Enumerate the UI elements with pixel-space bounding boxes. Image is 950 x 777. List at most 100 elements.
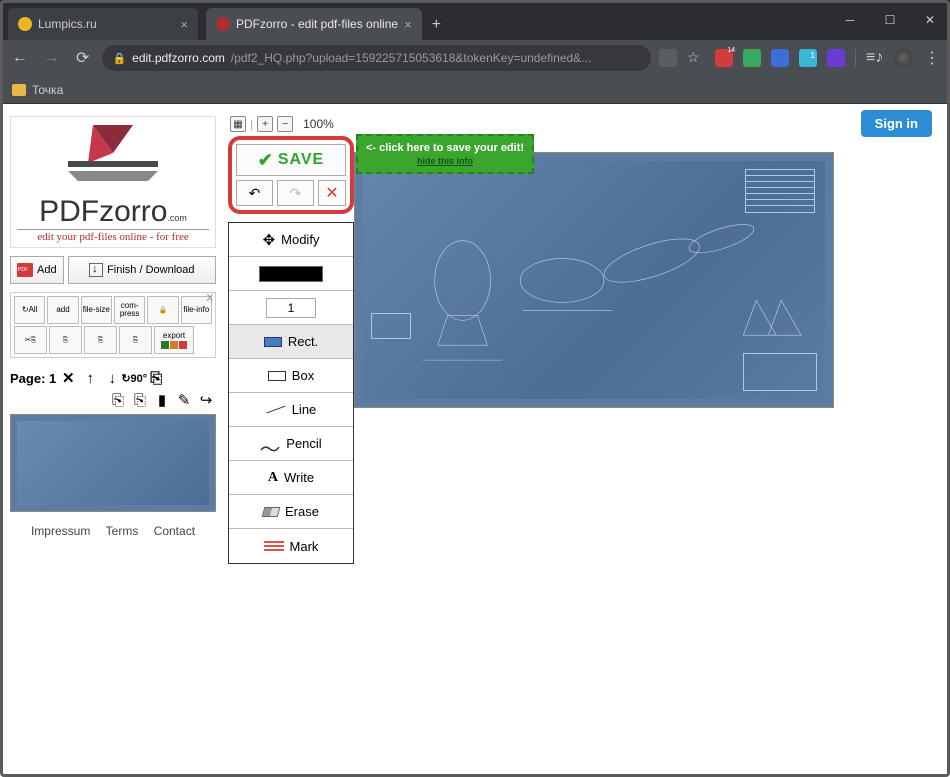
modify-tool[interactable]: Modify <box>229 223 353 257</box>
rotate-button[interactable]: ↻90° <box>124 368 144 388</box>
ext-purple-icon[interactable] <box>827 49 845 67</box>
page-label: Page: 1 <box>10 371 56 386</box>
close-icon[interactable]: × <box>180 17 188 32</box>
ext-blue-icon[interactable] <box>771 49 789 67</box>
new-tab-button[interactable]: + <box>422 10 451 40</box>
bookmark-item[interactable]: Точка <box>32 83 63 97</box>
zoom-in-icon[interactable]: + <box>257 116 273 132</box>
page-controls: Page: 1 ✕ ↑ ↓ ↻90° ⎘ ⎘ ⎘ ▮ ✎ ↪ <box>10 368 216 410</box>
logo-mark-icon <box>58 123 168 193</box>
tab-lumpics[interactable]: Lumpics.ru × <box>8 8 198 40</box>
mark-icon <box>264 541 284 551</box>
link-contact[interactable]: Contact <box>154 524 195 538</box>
pdf-page-canvas[interactable]: ROCKET BLUEPRINT <box>354 152 834 408</box>
translate-icon[interactable] <box>659 49 677 67</box>
page-content: Sign in PDFzorro.com edit your pdf-files… <box>0 104 950 777</box>
redo-button[interactable]: ↷ <box>277 180 314 206</box>
zoom-controls: ▦ | + − 100% <box>230 116 354 132</box>
rotate-all-button[interactable]: ↻All <box>14 296 45 324</box>
undo-button[interactable]: ↶ <box>236 180 273 206</box>
erase-tool[interactable]: Erase <box>229 495 353 529</box>
zoom-out-icon[interactable]: − <box>277 116 293 132</box>
delete-page-button[interactable]: ✕ <box>58 368 78 388</box>
menu-button[interactable]: ⋮ <box>922 48 942 68</box>
tab-title: Lumpics.ru <box>38 17 97 31</box>
bookmarks-bar: Точка <box>0 76 950 104</box>
tools-column: ▦ | + − 100% ✔ SAVE ↶ ↷ ✕ Modify <box>226 112 356 777</box>
close-icon[interactable]: × <box>404 17 412 32</box>
text-icon: A <box>268 470 278 486</box>
ext-cyan-icon[interactable] <box>799 49 817 67</box>
ext-red-icon[interactable] <box>715 49 733 67</box>
add-pdf-button[interactable]: Add <box>10 256 64 284</box>
copy3-button[interactable]: ⎘ <box>119 326 152 354</box>
page-op-c[interactable]: ▮ <box>152 390 172 410</box>
logo-tagline: edit your pdf-files online - for free <box>17 229 209 243</box>
forward-button[interactable]: → <box>39 49 62 67</box>
box-tool[interactable]: Box <box>229 359 353 393</box>
divider <box>855 49 856 67</box>
save-hint: <- click here to save your edit! hide th… <box>356 134 534 174</box>
duplicate-button[interactable]: ⎘ <box>146 368 166 388</box>
page-op-b[interactable]: ⎘ <box>130 390 150 410</box>
browser-tabstrip: Lumpics.ru × PDFzorro - edit pdf-files o… <box>0 0 950 40</box>
move-icon <box>263 231 276 249</box>
bookmark-star-icon[interactable]: ☆ <box>687 49 705 67</box>
thickness-input[interactable] <box>229 291 353 325</box>
save-button[interactable]: ✔ SAVE <box>236 144 346 176</box>
color-swatch-icon <box>259 266 323 282</box>
logo-text: PDFzorro.com <box>17 195 209 229</box>
move-down-button[interactable]: ↓ <box>102 368 122 388</box>
filesize-button[interactable]: file-size <box>81 296 112 324</box>
profile-avatar[interactable] <box>894 49 912 67</box>
lock-button[interactable]: 🔒 <box>147 296 178 324</box>
drawing-tools: Modify Rect. Box Line Pencil <box>228 222 354 564</box>
maximize-button[interactable]: ☐ <box>870 0 910 40</box>
thickness-field[interactable] <box>266 298 316 318</box>
tab-pdfzorro[interactable]: PDFzorro - edit pdf-files online × <box>206 8 422 40</box>
rect-tool[interactable]: Rect. <box>229 325 353 359</box>
link-impressum[interactable]: Impressum <box>31 524 90 538</box>
reload-button[interactable]: ⟳ <box>71 48 94 68</box>
playlist-icon[interactable]: ≡♪ <box>866 49 884 67</box>
favicon-icon <box>216 17 230 31</box>
page-op-e[interactable]: ↪ <box>196 390 216 410</box>
write-tool[interactable]: A Write <box>229 461 353 495</box>
move-up-button[interactable]: ↑ <box>80 368 100 388</box>
box-icon <box>268 371 286 381</box>
page-op-d[interactable]: ✎ <box>174 390 194 410</box>
line-icon <box>266 406 285 414</box>
page-op-a[interactable]: ⎘ <box>108 390 128 410</box>
copy1-button[interactable]: ⎘ <box>49 326 82 354</box>
hide-hint-link[interactable]: hide this info <box>417 156 473 166</box>
cancel-button[interactable]: ✕ <box>318 180 346 206</box>
fit-icon[interactable]: ▦ <box>230 116 246 132</box>
url-path: /pdf2_HQ.php?upload=159225715053618&toke… <box>231 51 591 65</box>
page-thumbnail[interactable] <box>10 414 216 512</box>
pencil-icon <box>260 440 280 448</box>
color-picker[interactable] <box>229 257 353 291</box>
footer-links: Impressum Terms Contact <box>10 524 216 538</box>
close-grid-icon[interactable]: X <box>206 293 213 304</box>
document-tools-grid: X ↻All add file-size com-press 🔒 file-in… <box>10 292 216 358</box>
back-button[interactable]: ← <box>8 49 31 67</box>
minimize-button[interactable]: ─ <box>830 0 870 40</box>
pdf-icon <box>17 263 33 277</box>
zoom-level: 100% <box>303 117 334 131</box>
pencil-tool[interactable]: Pencil <box>229 427 353 461</box>
export-button[interactable]: export <box>154 326 194 354</box>
cut-button[interactable]: ✂⎘ <box>14 326 47 354</box>
compress-button[interactable]: com-press <box>114 296 145 324</box>
link-terms[interactable]: Terms <box>106 524 139 538</box>
line-tool[interactable]: Line <box>229 393 353 427</box>
window-controls: ─ ☐ ✕ <box>830 0 950 40</box>
favicon-icon <box>18 17 32 31</box>
ext-green-icon[interactable] <box>743 49 761 67</box>
url-input[interactable]: 🔒 edit.pdfzorro.com /pdf2_HQ.php?upload=… <box>102 45 651 71</box>
add-button[interactable]: add <box>47 296 78 324</box>
mark-tool[interactable]: Mark <box>229 529 353 563</box>
tab-title: PDFzorro - edit pdf-files online <box>236 17 398 31</box>
finish-download-button[interactable]: Finish / Download <box>68 256 216 284</box>
copy2-button[interactable]: ⎘ <box>84 326 117 354</box>
close-button[interactable]: ✕ <box>910 0 950 40</box>
